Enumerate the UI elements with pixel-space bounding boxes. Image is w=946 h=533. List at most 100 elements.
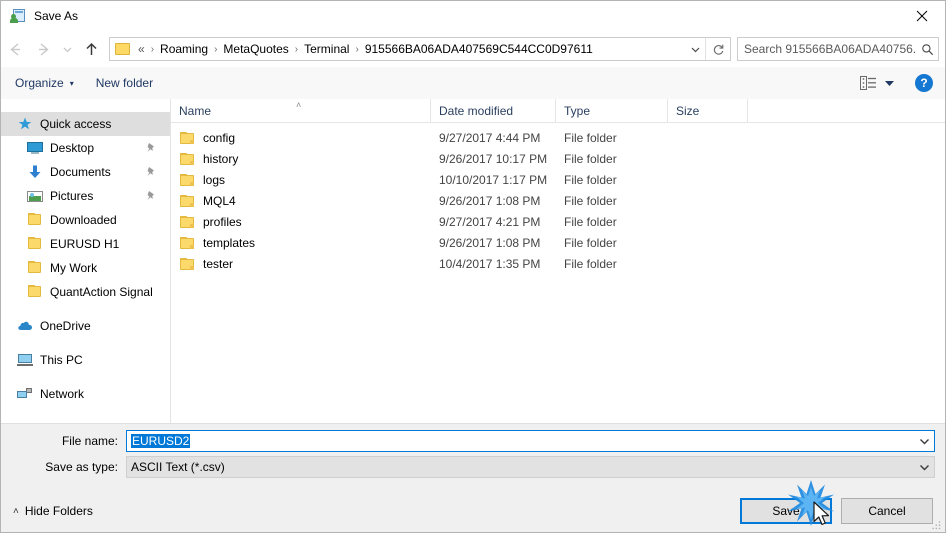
sidebar-item-onedrive[interactable]: OneDrive xyxy=(1,314,170,338)
folder-icon xyxy=(27,212,43,228)
file-type-row: Save as type: ASCII Text (*.csv) xyxy=(1,456,945,478)
breadcrumb-item-guid[interactable]: 915566BA06ADA407569C544CC0D97611 xyxy=(362,40,596,58)
organize-button[interactable]: Organize ▾ xyxy=(7,72,82,94)
view-layout-icon[interactable] xyxy=(857,74,879,92)
sidebar-item-label: EURUSD H1 xyxy=(50,237,120,251)
forward-icon[interactable] xyxy=(29,35,57,63)
sidebar-item-label: Downloaded xyxy=(50,213,117,227)
file-date: 9/27/2017 4:44 PM xyxy=(439,130,541,145)
breadcrumb-item-metaquotes[interactable]: MetaQuotes xyxy=(220,40,291,58)
breadcrumb-item-roaming[interactable]: Roaming xyxy=(157,40,211,58)
pin-icon[interactable] xyxy=(146,142,156,154)
breadcrumb-separator: › xyxy=(355,43,359,55)
sidebar-item-label: Quick access xyxy=(40,117,112,131)
file-type: File folder xyxy=(564,214,617,229)
column-header-label: Type xyxy=(564,103,591,118)
file-type: File folder xyxy=(564,172,617,187)
file-name-cell: MQL4 xyxy=(171,193,431,209)
save-button[interactable]: Save xyxy=(740,498,832,524)
sidebar-item-network[interactable]: Network xyxy=(1,382,170,406)
table-row[interactable]: history 9/26/2017 10:17 PM File folder xyxy=(171,148,945,169)
file-date: 9/26/2017 1:08 PM xyxy=(439,235,541,250)
cancel-label: Cancel xyxy=(868,504,906,518)
toolbar-right-group: ? xyxy=(857,74,945,92)
file-name-input[interactable]: EURUSD2 xyxy=(126,430,935,452)
folder-icon xyxy=(115,42,131,56)
cancel-button[interactable]: Cancel xyxy=(841,498,933,524)
sidebar-item-desktop[interactable]: Desktop xyxy=(1,136,170,160)
resize-grip[interactable] xyxy=(930,518,942,530)
address-bar[interactable]: « › Roaming › MetaQuotes › Terminal › 91… xyxy=(109,37,731,61)
column-headers: Name ˄ Date modified Type Size xyxy=(171,98,945,123)
file-name-cell: templates xyxy=(171,235,431,251)
file-date: 10/4/2017 1:35 PM xyxy=(439,256,541,271)
column-header-date-modified[interactable]: Date modified xyxy=(431,98,556,123)
file-date: 9/26/2017 1:08 PM xyxy=(439,193,541,208)
file-name: MQL4 xyxy=(203,193,236,208)
navigation-sidebar: Quick access Desktop Documents Pictures … xyxy=(1,99,171,423)
save-as-type-select[interactable]: ASCII Text (*.csv) xyxy=(126,456,935,478)
chevron-up-icon: ˄ xyxy=(13,505,19,517)
sidebar-item-my-work[interactable]: My Work xyxy=(1,256,170,280)
sidebar-item-label: QuantAction Signal xyxy=(50,285,153,299)
hide-folders-button[interactable]: ˄ Hide Folders xyxy=(13,504,93,518)
table-row[interactable]: templates 9/26/2017 1:08 PM File folder xyxy=(171,232,945,253)
sidebar-item-this-pc[interactable]: This PC xyxy=(1,348,170,372)
address-dropdown-chevron-down-icon[interactable] xyxy=(685,44,705,55)
column-header-size[interactable]: Size xyxy=(668,98,748,123)
folder-icon xyxy=(179,256,195,272)
sidebar-item-label: Desktop xyxy=(50,141,95,155)
sidebar-item-quantaction-signal[interactable]: QuantAction Signal xyxy=(1,280,170,304)
file-type: File folder xyxy=(564,151,617,166)
breadcrumb-separator: › xyxy=(294,43,299,55)
window-title: Save As xyxy=(34,9,79,23)
close-icon[interactable] xyxy=(899,1,945,31)
sidebar-item-pictures[interactable]: Pictures xyxy=(1,184,170,208)
file-name-cell: profiles xyxy=(171,214,431,230)
breadcrumb-separator: › xyxy=(214,43,218,55)
new-folder-button[interactable]: New folder xyxy=(88,72,161,94)
file-list-pane: Name ˄ Date modified Type Size config 9/… xyxy=(171,98,945,423)
breadcrumb-separator: › xyxy=(150,43,155,55)
search-input[interactable]: Search 915566BA06ADA40756... xyxy=(737,37,939,61)
metatrader-save-icon xyxy=(10,8,26,24)
pin-icon[interactable] xyxy=(146,166,156,178)
sidebar-item-label: This PC xyxy=(40,353,83,367)
column-header-name[interactable]: Name ˄ xyxy=(171,98,431,123)
sidebar-item-documents[interactable]: Documents xyxy=(1,160,170,184)
folder-icon xyxy=(27,236,43,252)
table-row[interactable]: logs 10/10/2017 1:17 PM File folder xyxy=(171,169,945,190)
dialog-footer: ˄ Hide Folders Save Cancel xyxy=(1,490,945,532)
new-folder-label: New folder xyxy=(95,76,154,90)
file-name-chevron-down-icon[interactable] xyxy=(914,437,934,446)
view-options-chevron-down-icon[interactable] xyxy=(881,79,897,88)
sidebar-item-eurusd-h1[interactable]: EURUSD H1 xyxy=(1,232,170,256)
breadcrumb-item-terminal[interactable]: Terminal xyxy=(301,40,352,58)
footer-buttons: Save Cancel xyxy=(731,498,945,524)
help-icon[interactable]: ? xyxy=(915,74,933,92)
file-name: config xyxy=(203,130,236,145)
table-row[interactable]: tester 10/4/2017 1:35 PM File folder xyxy=(171,253,945,274)
file-name: logs xyxy=(203,172,226,187)
sidebar-item-downloaded[interactable]: Downloaded xyxy=(1,208,170,232)
toolbar: Organize ▾ New folder ? xyxy=(1,67,945,99)
recent-locations-chevron-down-icon[interactable] xyxy=(57,35,77,63)
pin-icon[interactable] xyxy=(146,190,156,202)
refresh-icon[interactable] xyxy=(705,38,730,60)
file-type: File folder xyxy=(564,235,617,250)
back-icon[interactable] xyxy=(1,35,29,63)
save-as-type-chevron-down-icon[interactable] xyxy=(914,463,934,472)
search-icon xyxy=(916,43,938,56)
file-name-row: File name: EURUSD2 xyxy=(1,430,945,452)
cloud-icon xyxy=(17,318,33,334)
table-row[interactable]: profiles 9/27/2017 4:21 PM File folder xyxy=(171,211,945,232)
column-header-label: Name xyxy=(179,103,212,118)
breadcrumb-overflow[interactable]: « xyxy=(136,40,148,58)
sidebar-item-quick-access[interactable]: Quick access xyxy=(1,112,170,136)
file-date: 9/26/2017 10:17 PM xyxy=(439,151,548,166)
table-row[interactable]: MQL4 9/26/2017 1:08 PM File folder xyxy=(171,190,945,211)
dialog-body: Quick access Desktop Documents Pictures … xyxy=(1,98,945,423)
table-row[interactable]: config 9/27/2017 4:44 PM File folder xyxy=(171,127,945,148)
column-header-type[interactable]: Type xyxy=(556,98,668,123)
up-one-level-icon[interactable] xyxy=(77,35,105,63)
